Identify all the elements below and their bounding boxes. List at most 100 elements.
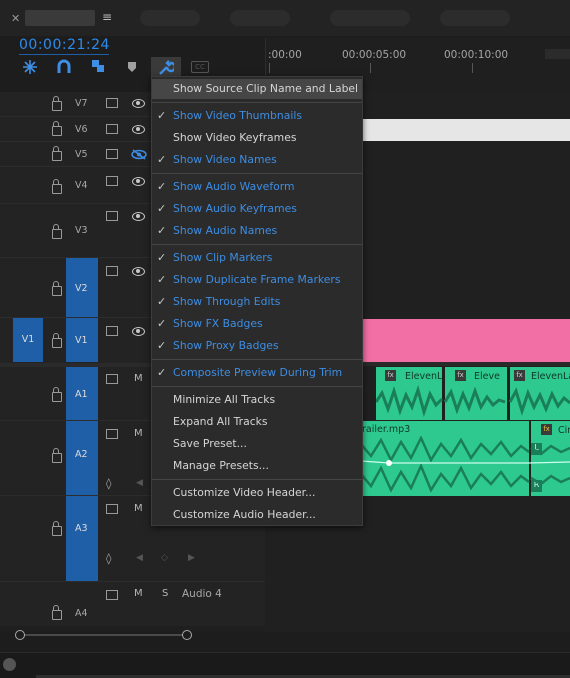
scroll-handle-right[interactable] — [182, 630, 192, 640]
menu-item-show-source-clip-name[interactable]: Show Source Clip Name and Label — [152, 79, 362, 99]
checkmark-icon: ✓ — [157, 109, 167, 122]
close-tab-icon[interactable]: ✕ — [11, 12, 20, 25]
sync-lock-icon[interactable] — [106, 211, 118, 221]
prev-keyframe-icon[interactable]: ◀ — [136, 553, 143, 563]
timecode-underline — [19, 54, 109, 55]
menu-item-customize-video-header[interactable]: Customize Video Header... — [152, 483, 362, 503]
lock-icon[interactable] — [52, 521, 62, 536]
scroll-handle-left[interactable] — [15, 630, 25, 640]
menu-item-show-duplicate-frame-markers[interactable]: ✓ Show Duplicate Frame Markers — [152, 270, 362, 290]
clip-name: ElevenLa — [531, 371, 570, 382]
lock-icon[interactable] — [52, 224, 62, 239]
blurred-tab[interactable] — [330, 10, 410, 26]
menu-item-save-preset[interactable]: Save Preset... — [152, 434, 362, 454]
blurred-tab[interactable] — [440, 10, 510, 26]
nest-toggle-icon[interactable] — [22, 59, 38, 75]
lock-icon[interactable] — [52, 121, 62, 136]
sequence-tab[interactable] — [25, 10, 95, 26]
track-label: V2 — [75, 283, 88, 294]
menu-item-show-video-names[interactable]: ✓ Show Video Names — [152, 150, 362, 170]
sync-lock-icon[interactable] — [106, 429, 118, 439]
fx-badge: fx — [514, 370, 525, 381]
menu-item-composite-preview-during-trim[interactable]: ✓ Composite Preview During Trim — [152, 363, 362, 383]
lock-icon[interactable] — [52, 146, 62, 161]
menu-item-show-audio-names[interactable]: ✓ Show Audio Names — [152, 221, 362, 241]
menu-item-show-video-keyframes[interactable]: Show Video Keyframes — [152, 128, 362, 148]
menu-item-expand-all-tracks[interactable]: Expand All Tracks — [152, 412, 362, 432]
fx-badge: fx — [455, 370, 466, 381]
checkmark-icon: ✓ — [157, 295, 167, 308]
mute-button[interactable]: M — [134, 588, 143, 599]
eye-icon[interactable] — [132, 125, 145, 134]
lock-icon[interactable] — [52, 333, 62, 348]
track-label: A2 — [75, 449, 88, 460]
sync-lock-icon[interactable] — [106, 504, 118, 514]
menu-item-show-fx-badges[interactable]: ✓ Show FX Badges — [152, 314, 362, 334]
sync-lock-icon[interactable] — [106, 176, 118, 186]
source-patch-v1[interactable]: V1 — [13, 318, 43, 362]
mute-button[interactable]: M — [134, 373, 143, 384]
scroll-track[interactable] — [20, 634, 187, 636]
mute-button[interactable]: M — [134, 428, 143, 439]
waveform — [361, 436, 570, 493]
creative-cloud-icon[interactable] — [3, 658, 16, 671]
target-a3[interactable] — [66, 496, 98, 581]
solo-button[interactable]: S — [162, 588, 168, 599]
add-keyframe-icon[interactable]: ◇ — [161, 553, 168, 563]
snap-icon[interactable] — [56, 59, 72, 75]
menu-item-show-clip-markers[interactable]: ✓ Show Clip Markers — [152, 248, 362, 268]
lock-icon[interactable] — [52, 448, 62, 463]
ruler-label: 00:00:10:00 — [444, 49, 509, 61]
menu-item-manage-presets[interactable]: Manage Presets... — [152, 456, 362, 476]
track-label: V1 — [75, 335, 88, 346]
prev-keyframe-icon[interactable]: ◀ — [136, 478, 143, 488]
menu-item-show-audio-waveform[interactable]: ✓ Show Audio Waveform — [152, 177, 362, 197]
eye-icon[interactable] — [132, 212, 145, 221]
lock-icon[interactable] — [52, 96, 62, 111]
ruler-end — [545, 49, 570, 59]
keyframe-toggle-icon[interactable]: ◊ — [106, 477, 111, 490]
menu-item-show-audio-keyframes[interactable]: ✓ Show Audio Keyframes — [152, 199, 362, 219]
lock-icon[interactable] — [52, 605, 62, 620]
next-keyframe-icon[interactable]: ▶ — [188, 553, 195, 563]
menu-separator — [152, 244, 362, 245]
menu-item-show-through-edits[interactable]: ✓ Show Through Edits — [152, 292, 362, 312]
lock-icon[interactable] — [52, 281, 62, 296]
sync-lock-icon[interactable] — [106, 326, 118, 336]
eye-icon[interactable] — [132, 177, 145, 186]
tab-menu-icon[interactable]: ≡ — [102, 10, 112, 24]
track-name: Audio 4 — [182, 588, 222, 600]
linked-selection-icon[interactable] — [90, 58, 106, 74]
sync-lock-icon[interactable] — [106, 374, 118, 384]
lock-icon[interactable] — [52, 179, 62, 194]
lock-icon[interactable] — [52, 387, 62, 402]
menu-item-minimize-all-tracks[interactable]: Minimize All Tracks — [152, 390, 362, 410]
menu-separator — [152, 479, 362, 480]
blurred-tab[interactable] — [230, 10, 290, 26]
graphic-clip-v6[interactable] — [361, 119, 570, 141]
sync-lock-icon[interactable] — [106, 124, 118, 134]
eye-icon[interactable] — [132, 99, 145, 108]
checkmark-icon: ✓ — [157, 153, 167, 166]
add-marker-icon[interactable] — [127, 61, 137, 73]
pink-clip-v1[interactable] — [361, 319, 570, 362]
sync-lock-icon[interactable] — [106, 266, 118, 276]
timeline-settings-wrench-icon[interactable] — [157, 59, 174, 76]
eye-hidden-icon[interactable] — [131, 149, 147, 160]
playhead-timecode[interactable]: 00:00:21:24 — [19, 37, 110, 53]
mute-button[interactable]: M — [134, 503, 143, 514]
eye-icon[interactable] — [132, 327, 145, 336]
menu-item-show-video-thumbnails[interactable]: ✓ Show Video Thumbnails — [152, 106, 362, 126]
track-header-a4[interactable]: A4 M S Audio 4 — [0, 582, 265, 626]
eye-icon[interactable] — [132, 267, 145, 276]
blurred-tab[interactable] — [140, 10, 200, 26]
menu-item-show-proxy-badges[interactable]: ✓ Show Proxy Badges — [152, 336, 362, 356]
horizontal-zoom-scrollbar[interactable] — [0, 628, 265, 642]
keyframe-toggle-icon[interactable]: ◊ — [106, 552, 111, 565]
sync-lock-icon[interactable] — [106, 590, 118, 600]
timeline-display-settings-menu: Show Source Clip Name and Label ✓ Show Vi… — [151, 76, 363, 526]
menu-item-customize-audio-header[interactable]: Customize Audio Header... — [152, 505, 362, 525]
sync-lock-icon[interactable] — [106, 149, 118, 159]
sync-lock-icon[interactable] — [106, 98, 118, 108]
captions-icon[interactable]: CC — [191, 61, 209, 73]
